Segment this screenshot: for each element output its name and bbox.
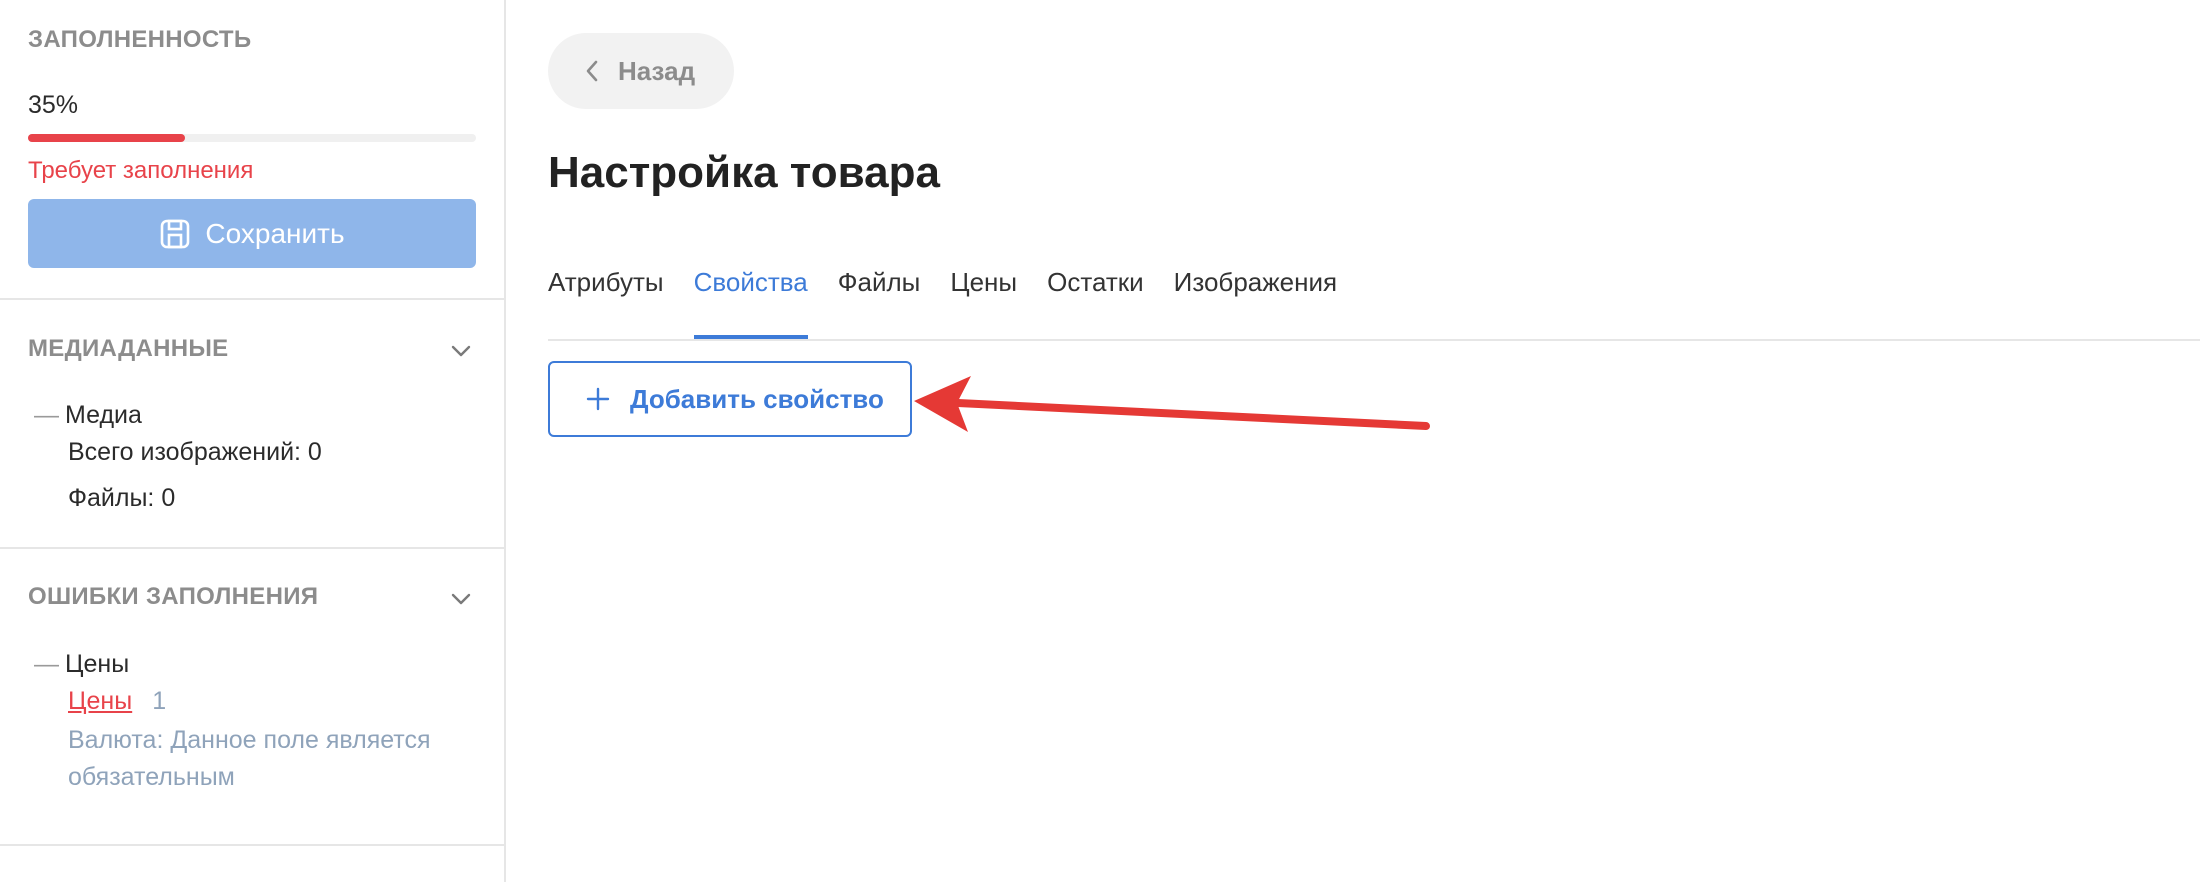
completeness-progress-fill <box>28 134 185 142</box>
completeness-status: Требует заполнения <box>28 157 254 184</box>
completeness-percent: 35% <box>28 91 79 119</box>
sidebar-divider <box>0 298 506 300</box>
add-property-label: Добавить свойство <box>630 383 884 414</box>
tab-prices[interactable]: Цены <box>950 262 1017 340</box>
tree-dash-icon: — <box>34 650 59 678</box>
floppy-disk-icon <box>161 219 190 248</box>
back-button-label: Назад <box>618 55 696 86</box>
errors-group-label: Цены <box>65 650 130 678</box>
chevron-down-icon[interactable] <box>448 338 474 364</box>
plus-icon <box>586 387 610 411</box>
media-group-label: Медиа <box>65 401 142 429</box>
save-button[interactable]: Сохранить <box>28 199 476 268</box>
tabs-divider <box>548 339 2200 341</box>
chevron-left-icon <box>586 60 598 82</box>
page-title: Настройка товара <box>548 148 940 197</box>
add-property-button[interactable]: Добавить свойство <box>548 361 912 437</box>
error-count: 1 <box>152 687 167 715</box>
tab-properties[interactable]: Свойства <box>693 262 808 340</box>
main-content: Назад Настройка товара Атрибуты Свойства… <box>508 0 2210 882</box>
sidebar-divider <box>0 547 506 549</box>
chevron-down-icon[interactable] <box>448 586 474 612</box>
media-group: — Медиа <box>34 401 142 430</box>
media-files-count: Файлы: 0 <box>68 484 176 512</box>
errors-section-title: Ошибки заполнения <box>28 583 319 610</box>
media-images-count: Всего изображений: 0 <box>68 438 322 466</box>
error-link-prices[interactable]: Цены <box>68 687 132 716</box>
completeness-title: Заполненность <box>28 26 252 53</box>
errors-group: — Цены <box>34 650 129 679</box>
tab-files[interactable]: Файлы <box>838 262 921 340</box>
tab-images[interactable]: Изображения <box>1174 262 1337 340</box>
sidebar-divider <box>0 844 506 846</box>
sidebar: Заполненность 35% Требует заполнения Сох… <box>0 0 506 882</box>
save-button-label: Сохранить <box>205 217 345 249</box>
tabs-bar: Атрибуты Свойства Файлы Цены Остатки Изо… <box>548 262 1337 340</box>
error-item: Цены 1 <box>68 687 166 716</box>
back-button[interactable]: Назад <box>548 33 734 109</box>
completeness-progress-bar <box>28 134 476 142</box>
tree-dash-icon: — <box>34 401 59 429</box>
tab-attributes[interactable]: Атрибуты <box>548 262 664 340</box>
media-section-title: Медиаданные <box>28 335 229 362</box>
error-message: Валюта: Данное поле является обязательны… <box>68 726 431 791</box>
tab-stock[interactable]: Остатки <box>1047 262 1144 340</box>
